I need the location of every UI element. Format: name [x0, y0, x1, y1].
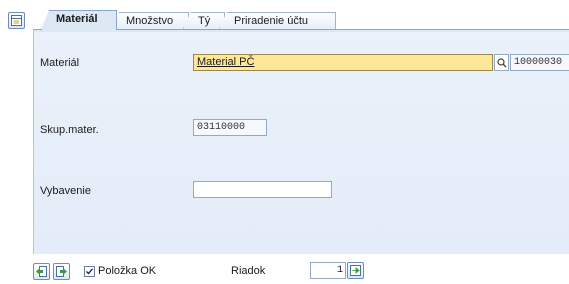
material-tab-panel: Materiál Material PČ 10000030 Skup.mater… [33, 29, 569, 254]
layout-toggle-button[interactable] [8, 12, 25, 29]
search-icon [497, 58, 507, 68]
material-input[interactable]: Material PČ [193, 54, 493, 71]
item-ok-label: Položka OK [98, 265, 157, 277]
next-item-button[interactable] [53, 263, 70, 280]
go-to-row-icon [350, 265, 361, 276]
layout-toggle-icon [11, 15, 22, 26]
previous-item-button[interactable] [33, 263, 50, 280]
material-group-field[interactable]: 03110000 [193, 119, 267, 136]
material-search-button[interactable] [494, 54, 509, 71]
footer-toolbar: Položka OK Riadok 1 [0, 258, 569, 284]
material-label: Materiál [40, 57, 80, 69]
tab-material[interactable]: Materiál [41, 10, 117, 30]
panel-separator [34, 30, 569, 32]
checkmark-icon [86, 268, 93, 275]
tab-ty[interactable]: Tý [183, 12, 225, 29]
row-label: Riadok [231, 265, 266, 277]
row-number-input[interactable]: 1 [310, 262, 346, 279]
tab-quantity[interactable]: Množstvo [111, 12, 189, 29]
previous-item-icon [36, 266, 47, 277]
tab-account-assignment[interactable]: Priradenie účtu [219, 12, 336, 29]
material-group-label: Skup.mater. [40, 124, 99, 136]
item-ok-checkbox[interactable] [84, 266, 95, 277]
vybavenie-input[interactable] [193, 181, 332, 198]
go-to-row-button[interactable] [347, 262, 364, 279]
next-item-icon [56, 266, 67, 277]
material-number-field[interactable]: 10000030 [510, 54, 569, 71]
vybavenie-label: Vybavenie [40, 185, 91, 197]
